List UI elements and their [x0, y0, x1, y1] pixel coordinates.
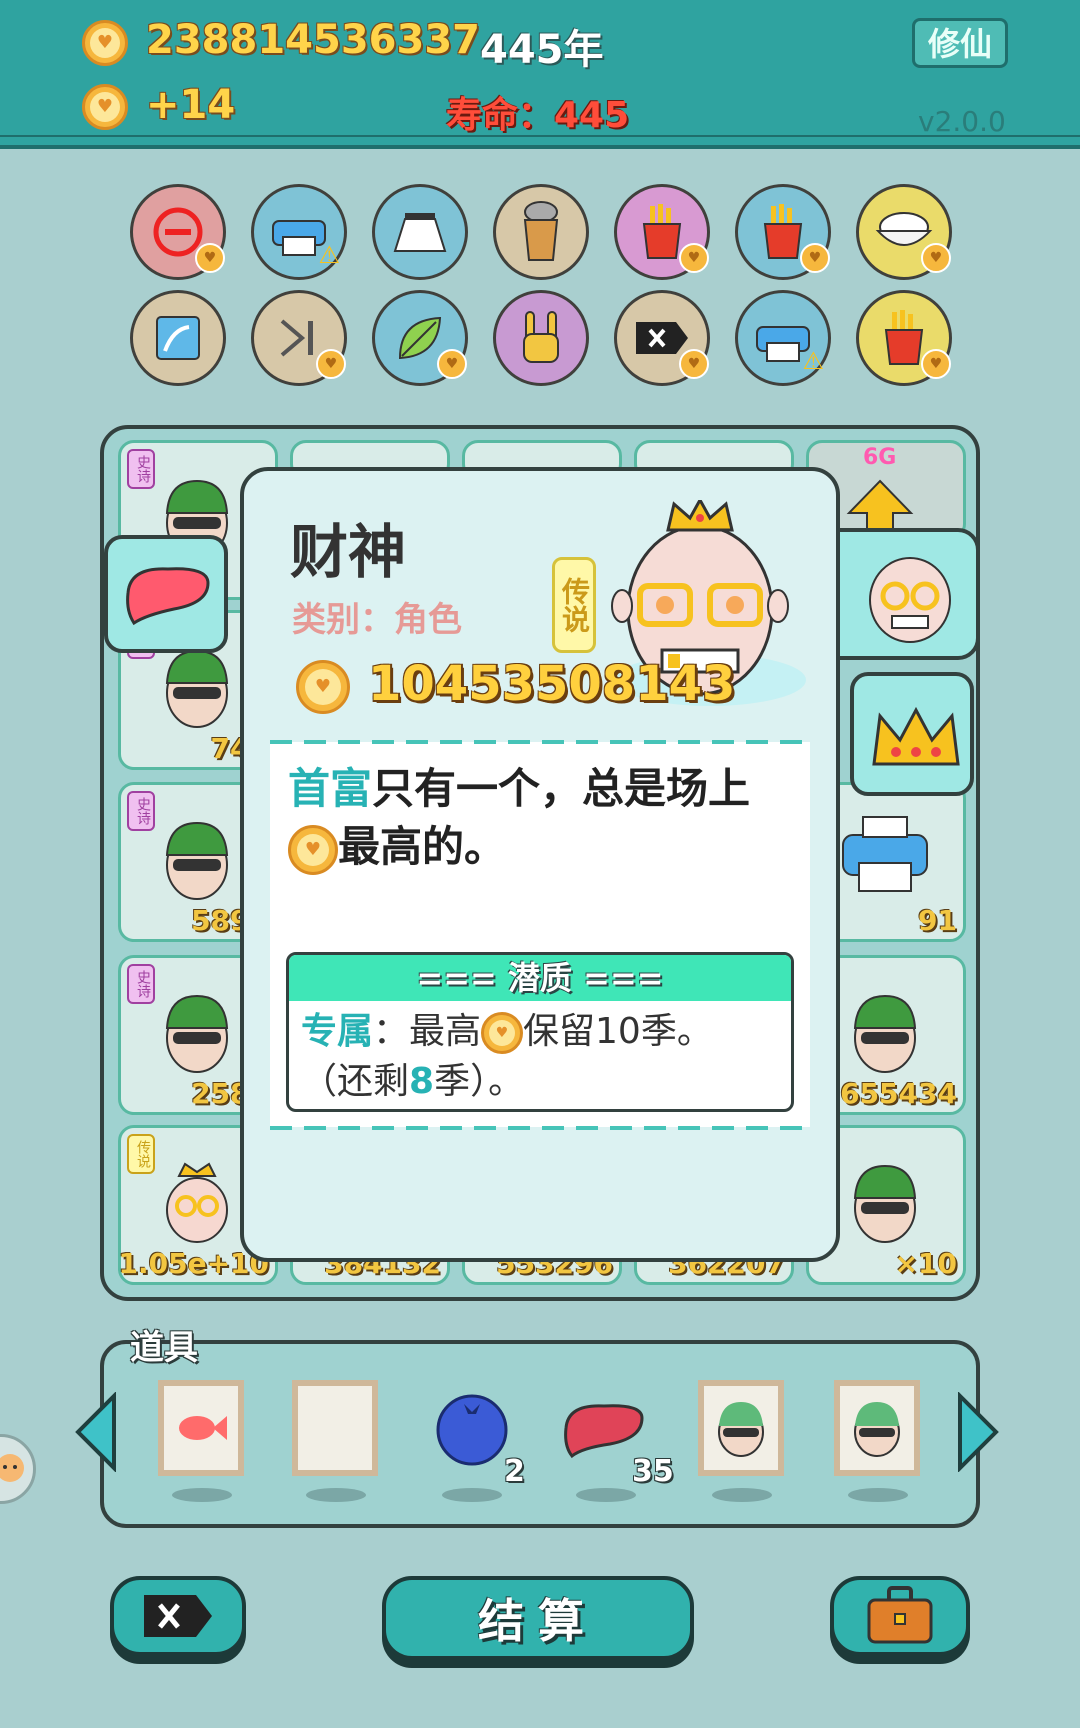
arrow-right-icon[interactable] [956, 1392, 1000, 1472]
crown-button[interactable] [850, 672, 974, 796]
dashed-divider [270, 1126, 810, 1130]
fries-icon[interactable]: ♥ [856, 290, 952, 386]
year-counter: 445年 [480, 27, 604, 73]
cell-value: 91 [918, 904, 957, 937]
coin-icon: ♥ [82, 20, 128, 66]
desc-text: 最高的。 [338, 822, 507, 871]
blueberry-icon[interactable] [434, 1392, 510, 1468]
potential-title: === 潜质 === [289, 955, 791, 1001]
item-empty-frame[interactable] [292, 1380, 378, 1476]
liver-count: 35 [632, 1454, 674, 1489]
popup-description: 首富只有一个，总是场上 ♥ 最高的。 [288, 760, 798, 876]
coin-icon: ♥ [288, 824, 338, 875]
xiuxian-button[interactable]: 修仙 [912, 18, 1008, 68]
item-character-portrait[interactable] [834, 1380, 920, 1476]
remaining-seasons: 8 [409, 1061, 435, 1102]
rarity-tag: 传说 [127, 1134, 155, 1174]
bubble-tea-icon[interactable] [493, 184, 589, 280]
rice-bowl-icon[interactable]: ♥ [856, 184, 952, 280]
settle-button[interactable]: 结算 [382, 1576, 694, 1660]
leaf-icon[interactable]: ♥ [372, 290, 468, 386]
fries-icon[interactable]: ♥ [735, 184, 831, 280]
character-icon [165, 649, 229, 728]
coin-icon: ♥ [481, 1012, 524, 1054]
character-icon [165, 821, 229, 900]
arrow-square-icon[interactable] [130, 290, 226, 386]
popup-category: 类别：角色 [292, 600, 462, 640]
potential-text-part: 保留10季。 [523, 1011, 713, 1052]
discard-button[interactable] [110, 1576, 246, 1656]
item-shadow [442, 1488, 502, 1502]
popup-title: 财神 [290, 518, 407, 586]
item-fish-painting[interactable] [158, 1380, 244, 1476]
potential-text-part: （还剩 [301, 1061, 410, 1102]
potential-text: 专属：最高 ♥ 保留10季。 （还剩8季）。 [301, 1007, 713, 1107]
delete-key-icon[interactable]: ♥ [614, 290, 710, 386]
desc-highlight: 首富 [288, 764, 373, 813]
potential-panel: === 潜质 === 专属：最高 ♥ 保留10季。 （还剩8季）。 [286, 952, 794, 1112]
item-shadow [712, 1488, 772, 1502]
potential-text-part: 季）。 [434, 1061, 525, 1102]
cell-value: 655434 [840, 1077, 957, 1110]
items-label: 道具 [130, 1328, 198, 1368]
rarity-tag: 史诗 [127, 449, 155, 489]
delete-key-icon [144, 1595, 212, 1637]
printer-icon [842, 816, 928, 892]
liver-item-button[interactable] [104, 535, 228, 653]
network-label: 6G [863, 445, 897, 470]
lifespan-text: 寿命：445 [446, 95, 630, 136]
item-shadow [172, 1488, 232, 1502]
briefcase-icon [867, 1586, 933, 1644]
dashed-divider [270, 740, 810, 744]
rarity-tag: 史诗 [127, 964, 155, 1004]
item-shadow [306, 1488, 366, 1502]
version-label: v2.0.0 [918, 105, 1006, 138]
settle-label: 结算 [478, 1594, 598, 1648]
blueberry-count: 2 [504, 1454, 525, 1489]
rarity-badge: 传说 [552, 557, 596, 653]
desc-text: 只有一个，总是场上 [372, 764, 751, 813]
printer-icon[interactable]: ⚠ [251, 184, 347, 280]
minus-circle-icon[interactable]: ♥ [130, 184, 226, 280]
character-icon [853, 1164, 917, 1243]
coin-icon: ♥ [296, 660, 350, 714]
skirt-icon[interactable] [372, 184, 468, 280]
cell-value: ×10 [894, 1247, 957, 1280]
character-icon [853, 994, 917, 1073]
bag-button[interactable] [830, 1576, 970, 1656]
item-shadow [576, 1488, 636, 1502]
character-icon [166, 1162, 228, 1243]
character-icon [165, 994, 229, 1073]
exclusive-label: 专属 [301, 1011, 374, 1052]
character-portrait-button[interactable] [830, 528, 980, 660]
rock-hand-icon[interactable] [493, 290, 589, 386]
liver-icon[interactable] [562, 1400, 646, 1460]
coin-rate-icon: ♥ [82, 84, 128, 130]
item-character-portrait[interactable] [698, 1380, 784, 1476]
coin-rate: +14 [146, 82, 236, 128]
printer-icon[interactable]: ⚠ [735, 290, 831, 386]
coin-total: 238814536337 [146, 17, 480, 63]
arrow-left-icon[interactable] [74, 1392, 118, 1472]
rarity-tag: 史诗 [127, 791, 155, 831]
popup-price: 10453508143 [368, 656, 736, 712]
item-shadow [848, 1488, 908, 1502]
floating-avatar[interactable] [0, 1434, 36, 1504]
skip-forward-icon[interactable]: ♥ [251, 290, 347, 386]
fries-icon[interactable]: ♥ [614, 184, 710, 280]
potential-text-part: ：最高 [373, 1011, 482, 1052]
